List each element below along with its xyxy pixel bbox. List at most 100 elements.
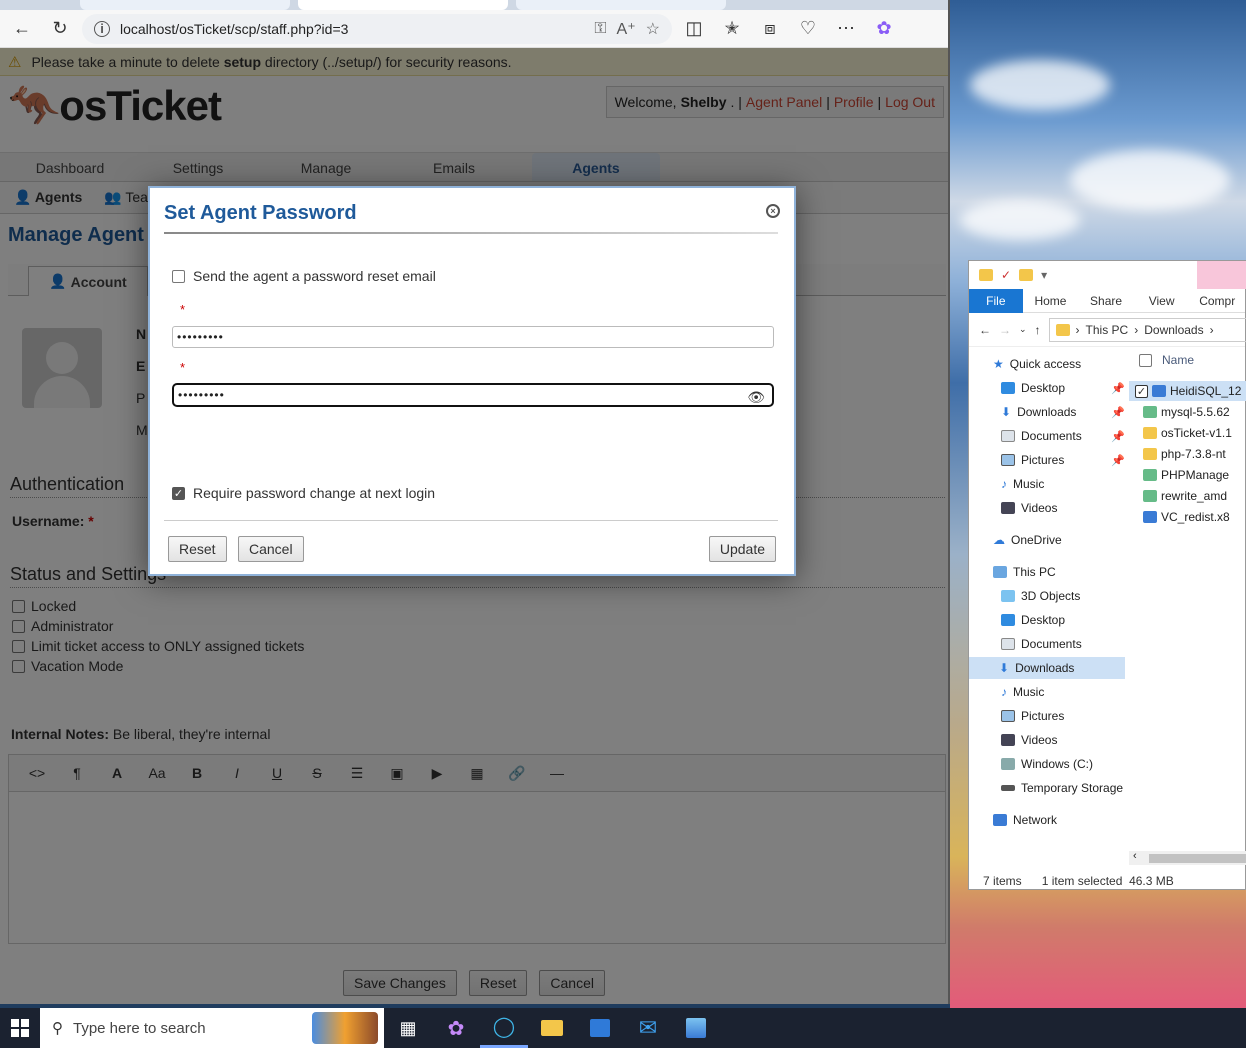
installer-icon <box>1143 490 1157 502</box>
edge-browser-icon[interactable]: ◯ <box>480 1008 528 1048</box>
more-menu-icon[interactable]: ⋯ <box>830 13 862 45</box>
refresh-icon[interactable]: ↻ <box>44 13 76 45</box>
read-aloud-icon[interactable]: A⁺ <box>617 19 636 39</box>
file-row[interactable]: rewrite_amd <box>1143 486 1246 506</box>
performance-icon[interactable]: ♡ <box>792 13 824 45</box>
status-selection: 1 item selected 46.3 MB <box>1041 874 1174 888</box>
copilot-icon[interactable]: ✿ <box>868 13 900 45</box>
properties-icon[interactable]: ✓ <box>1001 268 1011 282</box>
nav-music-quick[interactable]: ♪ Music <box>1001 473 1044 495</box>
browser-tab-active[interactable] <box>298 0 508 10</box>
dialog-title: Set Agent Password <box>164 202 357 224</box>
nav-documents[interactable]: Documents <box>1001 633 1082 655</box>
nav-downloads-selected[interactable]: ⬇ Downloads <box>969 657 1125 679</box>
nav-quick-access[interactable]: ★ Quick access <box>993 353 1081 375</box>
forward-icon[interactable]: → <box>999 323 1011 337</box>
confirm-password-field[interactable]: ••••••••• 👁 <box>172 383 774 407</box>
ribbon-file[interactable]: File <box>969 288 1023 313</box>
url-text[interactable]: localhost/osTicket/scp/staff.php?id=3 <box>120 21 584 37</box>
customize-toolbar-icon[interactable]: ▾ <box>1041 268 1047 282</box>
name-column-header[interactable]: Name <box>1139 353 1194 367</box>
back-icon[interactable]: ← <box>979 323 991 337</box>
file-row[interactable]: mysql-5.5.62 <box>1143 402 1246 422</box>
show-password-eye-icon[interactable]: 👁 <box>747 387 766 407</box>
nav-desktop[interactable]: Desktop <box>1001 609 1065 631</box>
nav-pictures-pinned[interactable]: Pictures 📌 <box>1001 449 1125 471</box>
path-downloads[interactable]: Downloads <box>1144 323 1203 337</box>
folder-icon[interactable] <box>979 269 993 281</box>
nav-3d-objects[interactable]: 3D Objects <box>1001 585 1080 607</box>
nav-network[interactable]: Network <box>993 809 1057 831</box>
nav-this-pc[interactable]: This PC <box>993 561 1056 583</box>
require-change-row[interactable]: ✓ Require password change at next login <box>172 485 435 501</box>
dialog-cancel-button[interactable]: Cancel <box>238 536 304 562</box>
path-this-pc[interactable]: This PC <box>1086 323 1129 337</box>
installer-icon <box>1143 511 1157 523</box>
file-row[interactable]: VC_redist.x8 <box>1143 507 1246 527</box>
nav-onedrive[interactable]: ☁ OneDrive <box>993 529 1062 551</box>
send-reset-email-row[interactable]: Send the agent a password reset email <box>172 268 436 284</box>
scroll-left-icon[interactable]: ‹ <box>1133 850 1137 862</box>
task-view-icon[interactable]: ▦ <box>384 1008 432 1048</box>
file-row[interactable]: osTicket-v1.1 <box>1143 423 1246 443</box>
send-reset-email-label: Send the agent a password reset email <box>193 268 436 284</box>
horizontal-scrollbar[interactable]: ‹ <box>1129 850 1246 865</box>
file-explorer-icon[interactable] <box>528 1008 576 1048</box>
password-field[interactable]: ••••••••• <box>172 326 774 348</box>
close-icon[interactable]: × <box>766 204 780 218</box>
recent-locations-icon[interactable]: ⌄ <box>1019 324 1027 335</box>
split-screen-icon[interactable]: ◫ <box>678 13 710 45</box>
ribbon-view[interactable]: View <box>1134 294 1190 308</box>
pictures-icon <box>1001 454 1015 466</box>
nav-videos[interactable]: Videos <box>1001 729 1057 751</box>
installer-app-icon[interactable] <box>672 1008 720 1048</box>
nav-videos-quick[interactable]: Videos <box>1001 497 1057 519</box>
windows-start-icon[interactable] <box>0 1008 40 1048</box>
up-icon[interactable]: ↑ <box>1035 323 1041 337</box>
search-highlight-icon[interactable] <box>312 1012 378 1044</box>
back-icon[interactable]: ← <box>6 13 38 45</box>
computer-icon <box>993 566 1007 578</box>
update-button[interactable]: Update <box>708 536 776 562</box>
ribbon-compressed[interactable]: Compr <box>1189 294 1245 308</box>
desktop-icon <box>1001 614 1015 626</box>
favorite-star-icon[interactable]: ☆ <box>646 19 660 39</box>
nav-pictures[interactable]: Pictures <box>1001 705 1064 727</box>
nav-windows-c[interactable]: Windows (C:) <box>1001 753 1093 775</box>
store-icon[interactable] <box>576 1008 624 1048</box>
nav-documents-pinned[interactable]: Documents 📌 <box>1001 425 1125 447</box>
copilot-taskbar-icon[interactable]: ✿ <box>432 1008 480 1048</box>
address-box[interactable]: › This PC › Downloads › <box>1048 317 1246 342</box>
required-marker: * <box>180 360 186 375</box>
compressed-tools-tab-highlight <box>1197 261 1246 289</box>
favorites-icon[interactable]: ✭ <box>716 13 748 45</box>
new-folder-icon[interactable] <box>1019 269 1034 281</box>
dialog-reset-button[interactable]: Reset <box>168 536 227 562</box>
file-row[interactable]: PHPManage <box>1143 465 1246 485</box>
require-change-checkbox[interactable]: ✓ <box>172 486 185 500</box>
taskbar-search[interactable]: ⚲ Type here to search <box>40 1008 384 1048</box>
scrollbar-thumb[interactable] <box>1149 854 1246 863</box>
key-icon[interactable]: ⚿ <box>594 20 606 38</box>
ribbon-home[interactable]: Home <box>1023 294 1079 308</box>
browser-tab[interactable] <box>80 0 290 10</box>
collections-icon[interactable]: ⧈ <box>754 13 786 45</box>
pin-icon: 📌 <box>1111 430 1125 443</box>
file-row[interactable]: php-7.3.8-nt <box>1143 444 1246 464</box>
select-all-checkbox[interactable] <box>1139 353 1152 367</box>
send-reset-email-checkbox[interactable] <box>172 269 185 283</box>
nav-music[interactable]: ♪ Music <box>1001 681 1044 703</box>
nav-downloads-pinned[interactable]: ⬇ Downloads 📌 <box>1001 401 1125 423</box>
nav-temporary-storage[interactable]: Temporary Storage <box>1001 777 1123 799</box>
file-row[interactable]: ✓ HeidiSQL_12 <box>1129 381 1246 401</box>
ribbon-share[interactable]: Share <box>1078 294 1134 308</box>
row-checkbox[interactable]: ✓ <box>1135 384 1148 398</box>
music-note-icon: ♪ <box>1001 685 1007 699</box>
pictures-icon <box>1001 710 1015 722</box>
site-info-icon[interactable]: i <box>94 20 110 37</box>
navigation-pane: ★ Quick access Desktop 📌 ⬇ Downloads 📌 Docum… <box>969 349 1125 859</box>
browser-tab[interactable] <box>516 0 726 10</box>
url-field[interactable]: i localhost/osTicket/scp/staff.php?id=3 … <box>82 13 672 44</box>
nav-desktop-pinned[interactable]: Desktop 📌 <box>1001 377 1125 399</box>
mail-icon[interactable]: ✉ <box>624 1008 672 1048</box>
